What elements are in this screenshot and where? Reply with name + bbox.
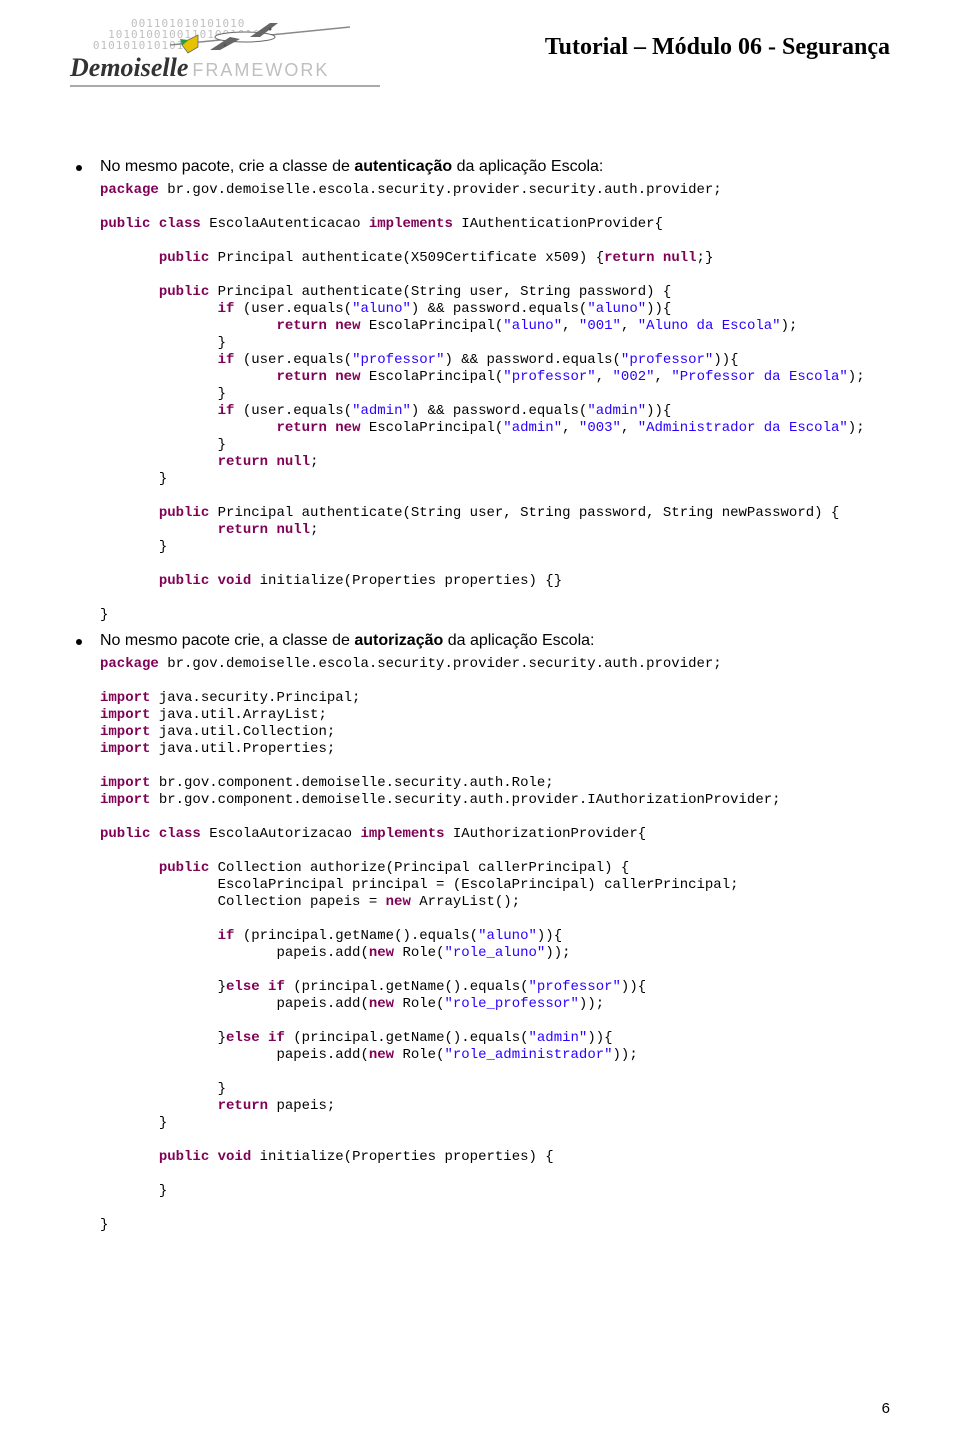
code-block-2: package br.gov.demoiselle.escola.securit… [100,656,890,1234]
bullet-icon [76,639,82,645]
bullet-item-1: No mesmo pacote, crie a classe de autent… [76,158,890,176]
airplane-icon [170,15,350,60]
brand-underline [70,85,380,87]
brand-framework: FRAMEWORK [192,60,329,81]
bullet-icon [76,165,82,171]
content: No mesmo pacote, crie a classe de autent… [70,158,890,1234]
header: 001101010101010 10101001001101001010 010… [70,18,890,128]
code-block-1: package br.gov.demoiselle.escola.securit… [100,182,890,624]
logo-block: 001101010101010 10101001001101001010 010… [70,18,390,87]
page-title: Tutorial – Módulo 06 - Segurança [545,18,890,61]
page: 001101010101010 10101001001101001010 010… [0,0,960,1435]
page-number: 6 [882,1400,890,1417]
bullet-text-1: No mesmo pacote, crie a classe de autent… [100,158,603,176]
bullet-text-2: No mesmo pacote crie, a classe de autori… [100,632,594,650]
bullet-item-2: No mesmo pacote crie, a classe de autori… [76,632,890,650]
